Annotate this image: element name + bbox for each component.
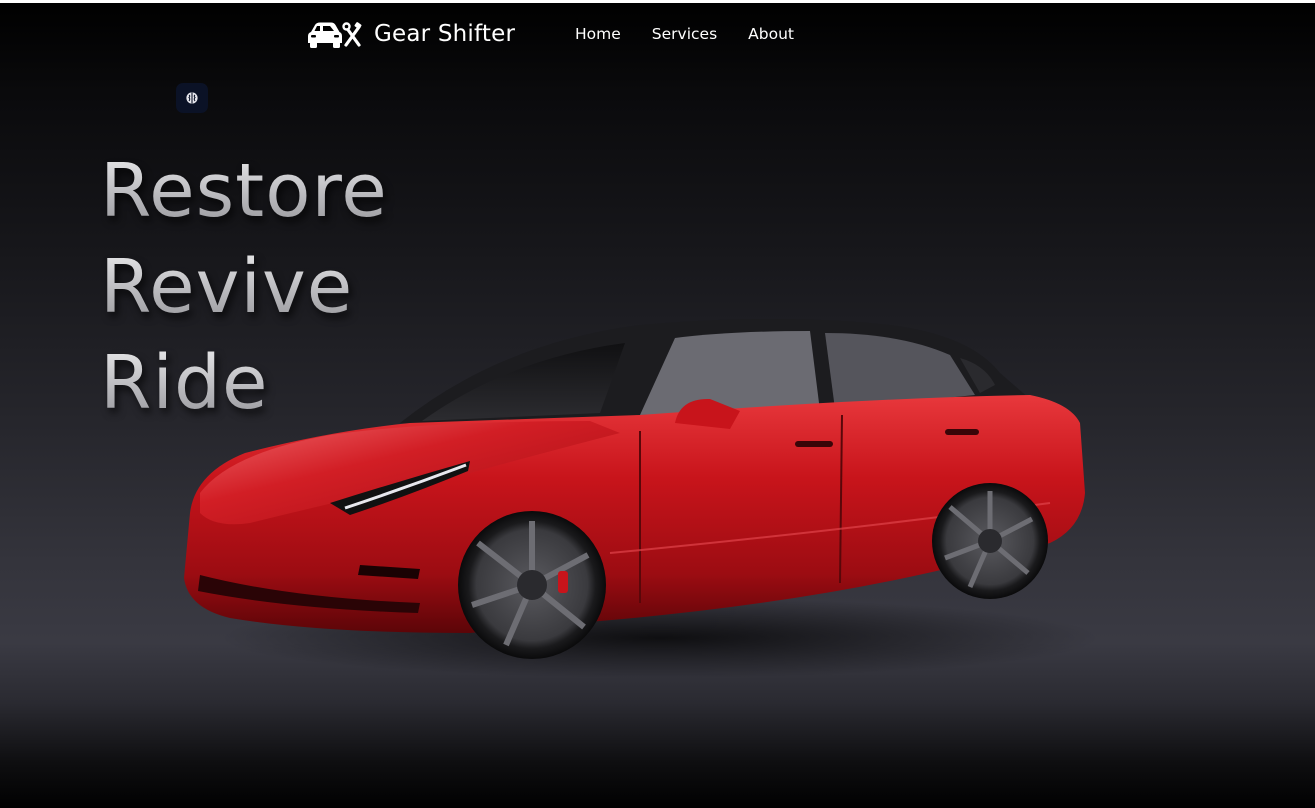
red-sedan-image (184, 319, 1100, 678)
nav-link-about[interactable]: About (748, 25, 794, 43)
brain-icon (186, 92, 198, 104)
nav-links: Home Services About (575, 25, 794, 43)
brain-chip-button[interactable] (176, 83, 208, 113)
brand-name: Gear Shifter (374, 21, 516, 47)
hero-line-restore: Restore (100, 143, 388, 239)
navbar: Gear Shifter Home Services About (0, 3, 1315, 67)
car-with-tools-icon (308, 22, 362, 48)
nav-link-home[interactable]: Home (575, 25, 621, 43)
nav-link-services[interactable]: Services (652, 25, 717, 43)
landing-page: Gear Shifter Home Services About Restore… (0, 0, 1315, 808)
brand-logo[interactable]: Gear Shifter (304, 17, 515, 51)
